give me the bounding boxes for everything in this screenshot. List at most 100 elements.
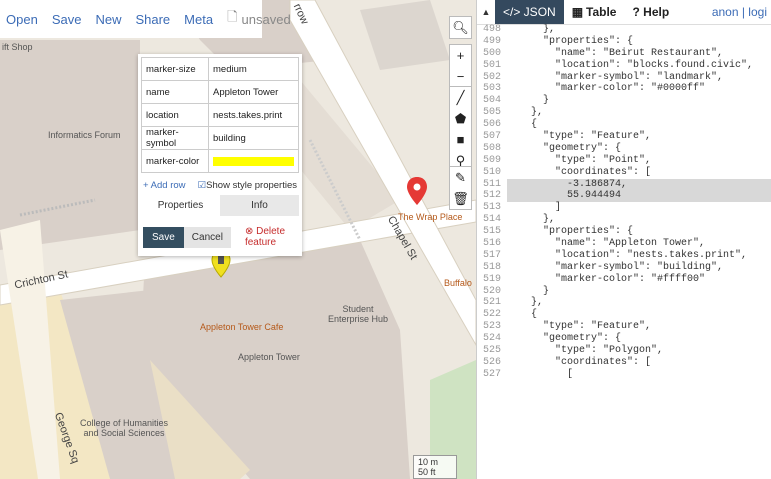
code-line: 524 "geometry": { — [477, 333, 771, 345]
line-number: 514 — [482, 214, 501, 226]
property-key[interactable]: marker-size — [141, 57, 209, 81]
draw-polygon-icon[interactable]: ⬟ — [450, 108, 471, 129]
unsaved-status: unsaved — [241, 11, 291, 27]
show-style-toggle[interactable]: ☑Show style properties — [198, 180, 297, 191]
share-menu[interactable]: Share — [135, 12, 170, 27]
scale-metric: 10 m — [418, 457, 439, 467]
line-number: 517 — [482, 249, 501, 261]
zoom-in-button[interactable]: + — [450, 45, 471, 66]
property-value[interactable] — [208, 149, 299, 173]
line-number: 506 — [482, 119, 501, 131]
delete-feature-button[interactable]: ⊗ Delete feature — [245, 226, 297, 248]
tab-json[interactable]: </> JSON — [495, 0, 564, 24]
map-label-informatics: Informatics Forum — [48, 130, 121, 140]
save-button[interactable]: Save — [143, 226, 184, 248]
line-number: 509 — [482, 154, 501, 166]
open-menu[interactable]: Open — [6, 12, 38, 27]
map-canvas[interactable]: ift Shop Informatics Forum Crichton St C… — [0, 0, 476, 479]
line-number: 516 — [482, 238, 501, 250]
code-line: 502 "marker-symbol": "landmark", — [477, 72, 771, 84]
line-number: 523 — [482, 321, 501, 333]
collapse-triangle-icon[interactable]: ▲ — [477, 7, 495, 17]
code-text: }, — [507, 297, 544, 309]
code-text: { — [507, 119, 538, 131]
meta-menu[interactable]: Meta — [184, 12, 213, 27]
code-line: 518 "marker-symbol": "building", — [477, 262, 771, 274]
property-row: location nests.takes.print — [141, 103, 299, 127]
draw-rectangle-icon[interactable]: ■ — [450, 129, 471, 150]
search-icon[interactable]: 🔍︎ — [450, 17, 471, 38]
code-text: "type": "Point", — [507, 154, 652, 166]
document-icon: 🗋︎ — [227, 9, 238, 24]
line-number: 503 — [482, 83, 501, 95]
red-marker-icon[interactable] — [405, 176, 429, 206]
code-text: -3.186874, — [507, 178, 771, 191]
tab-table-label: Table — [586, 5, 617, 19]
code-line: 501 "location": "blocks.found.civic", — [477, 60, 771, 72]
line-number: 526 — [482, 356, 501, 368]
line-number: 521 — [482, 297, 501, 309]
line-number: 527 — [482, 368, 501, 380]
scale-bar: 10 m 50 ft — [413, 455, 457, 479]
tab-properties[interactable]: Properties — [141, 195, 220, 216]
line-number: 507 — [482, 131, 501, 143]
search-control[interactable]: 🔍︎ — [449, 16, 472, 39]
code-line: 517 "location": "nests.takes.print", — [477, 250, 771, 262]
code-text: "type": "Polygon", — [507, 345, 664, 357]
code-text: }, — [507, 214, 556, 226]
add-row-button[interactable]: + Add row — [143, 180, 186, 191]
color-swatch[interactable] — [213, 156, 294, 166]
delete-icon: ⊗ — [244, 226, 254, 237]
line-number: 515 — [482, 226, 501, 238]
property-value[interactable]: nests.takes.print — [208, 103, 299, 127]
zoom-out-button[interactable]: − — [450, 66, 471, 87]
edit-toolbar: ✎ 🗑︎ — [449, 166, 472, 210]
line-number: 525 — [482, 345, 501, 357]
code-line: 523 "type": "Feature", — [477, 321, 771, 333]
trash-icon[interactable]: 🗑︎ — [450, 188, 471, 209]
code-text: "marker-symbol": "building", — [507, 261, 724, 273]
code-text: } — [507, 95, 550, 107]
code-line: 516 "name": "Appleton Tower", — [477, 238, 771, 250]
property-row: name Appleton Tower — [141, 80, 299, 104]
line-number: 498 — [482, 24, 501, 35]
cancel-button[interactable]: Cancel — [183, 226, 231, 248]
code-text: "coordinates": [ — [507, 356, 652, 368]
edit-icon[interactable]: ✎ — [450, 167, 471, 188]
code-line: 526 "coordinates": [ — [477, 357, 771, 369]
code-text: "type": "Feature", — [507, 321, 652, 333]
code-line: 527 [ — [477, 369, 771, 381]
property-key[interactable]: marker-color — [141, 149, 209, 173]
user-link[interactable]: anon | logi — [712, 5, 771, 19]
tab-table[interactable]: ▦ Table — [564, 0, 625, 24]
checkbox-checked-icon[interactable]: ☑ — [198, 180, 207, 191]
code-line: 508 "geometry": { — [477, 143, 771, 155]
show-style-label: Show style properties — [206, 180, 297, 191]
property-value[interactable]: Appleton Tower — [208, 80, 299, 104]
map-label-appleton-tower: Appleton Tower — [238, 352, 300, 362]
tab-help[interactable]: ? Help — [624, 0, 677, 24]
save-menu[interactable]: Save — [52, 12, 82, 27]
json-code-editor[interactable]: 498 }, 499 "properties": {500 "name": "Be… — [477, 24, 771, 479]
property-key[interactable]: location — [141, 103, 209, 127]
scale-imperial: 50 ft — [418, 467, 436, 477]
property-key[interactable]: name — [141, 80, 209, 104]
property-value[interactable]: building — [208, 126, 299, 150]
map-label-wrap-place: The Wrap Place — [398, 212, 463, 222]
panel-tabbar: ▲ </> JSON ▦ Table ? Help anon | logi — [477, 0, 771, 25]
code-line: 505 }, — [477, 107, 771, 119]
line-number: 519 — [482, 273, 501, 285]
code-text: "marker-symbol": "landmark", — [507, 71, 724, 83]
properties-table: marker-size medium name Appleton Tower locat… — [141, 57, 299, 173]
tab-info[interactable]: Info — [220, 195, 299, 216]
property-value[interactable]: medium — [208, 57, 299, 81]
draw-line-icon[interactable]: ╱ — [450, 87, 471, 108]
line-number: 510 — [482, 166, 501, 178]
table-icon: ▦ — [571, 5, 584, 19]
property-key[interactable]: marker-symbol — [141, 126, 209, 150]
code-text: { — [507, 309, 538, 321]
map-label-gift-shop: ift Shop — [2, 42, 33, 52]
draw-toolbar: ╱ ⬟ ■ ⚲ — [449, 86, 472, 172]
feature-popup: marker-size medium name Appleton Tower locat… — [138, 54, 302, 256]
new-menu[interactable]: New — [95, 12, 121, 27]
